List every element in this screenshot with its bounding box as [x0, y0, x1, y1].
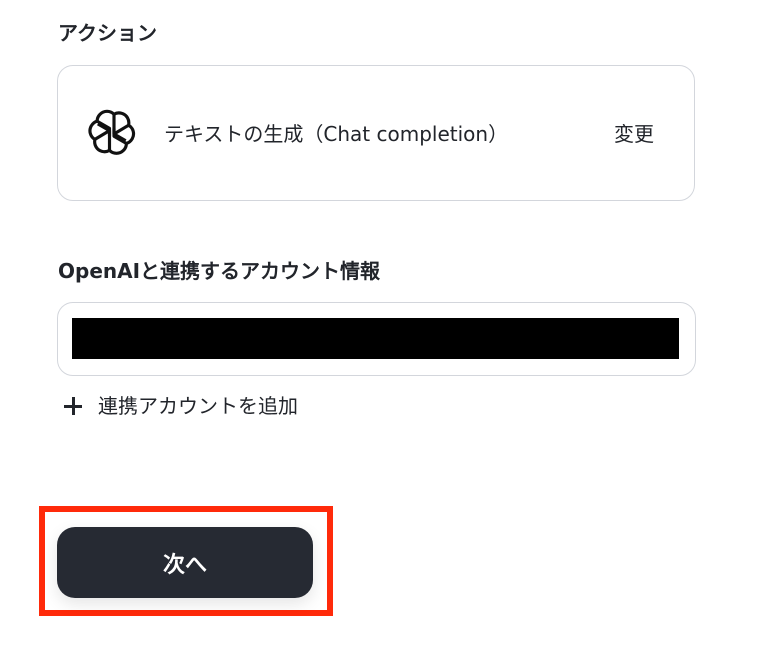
change-action-link[interactable]: 変更	[614, 120, 654, 148]
action-card[interactable]: テキストの生成（Chat completion） 変更	[57, 65, 695, 201]
add-account-label: 連携アカウントを追加	[98, 394, 298, 418]
account-section-label: OpenAIと連携するアカウント情報	[58, 259, 381, 283]
openai-logo-icon	[88, 109, 136, 155]
action-section-label: アクション	[58, 21, 157, 45]
page: アクション テキストの生成（Chat completion） 変更 OpenAI…	[0, 0, 766, 652]
next-button[interactable]: 次へ	[57, 527, 313, 598]
action-title: テキストの生成（Chat completion）	[164, 122, 509, 146]
plus-icon	[62, 395, 84, 417]
redacted-account-value	[72, 318, 679, 359]
account-select[interactable]	[57, 302, 696, 376]
add-account-button[interactable]: 連携アカウントを追加	[62, 392, 298, 420]
